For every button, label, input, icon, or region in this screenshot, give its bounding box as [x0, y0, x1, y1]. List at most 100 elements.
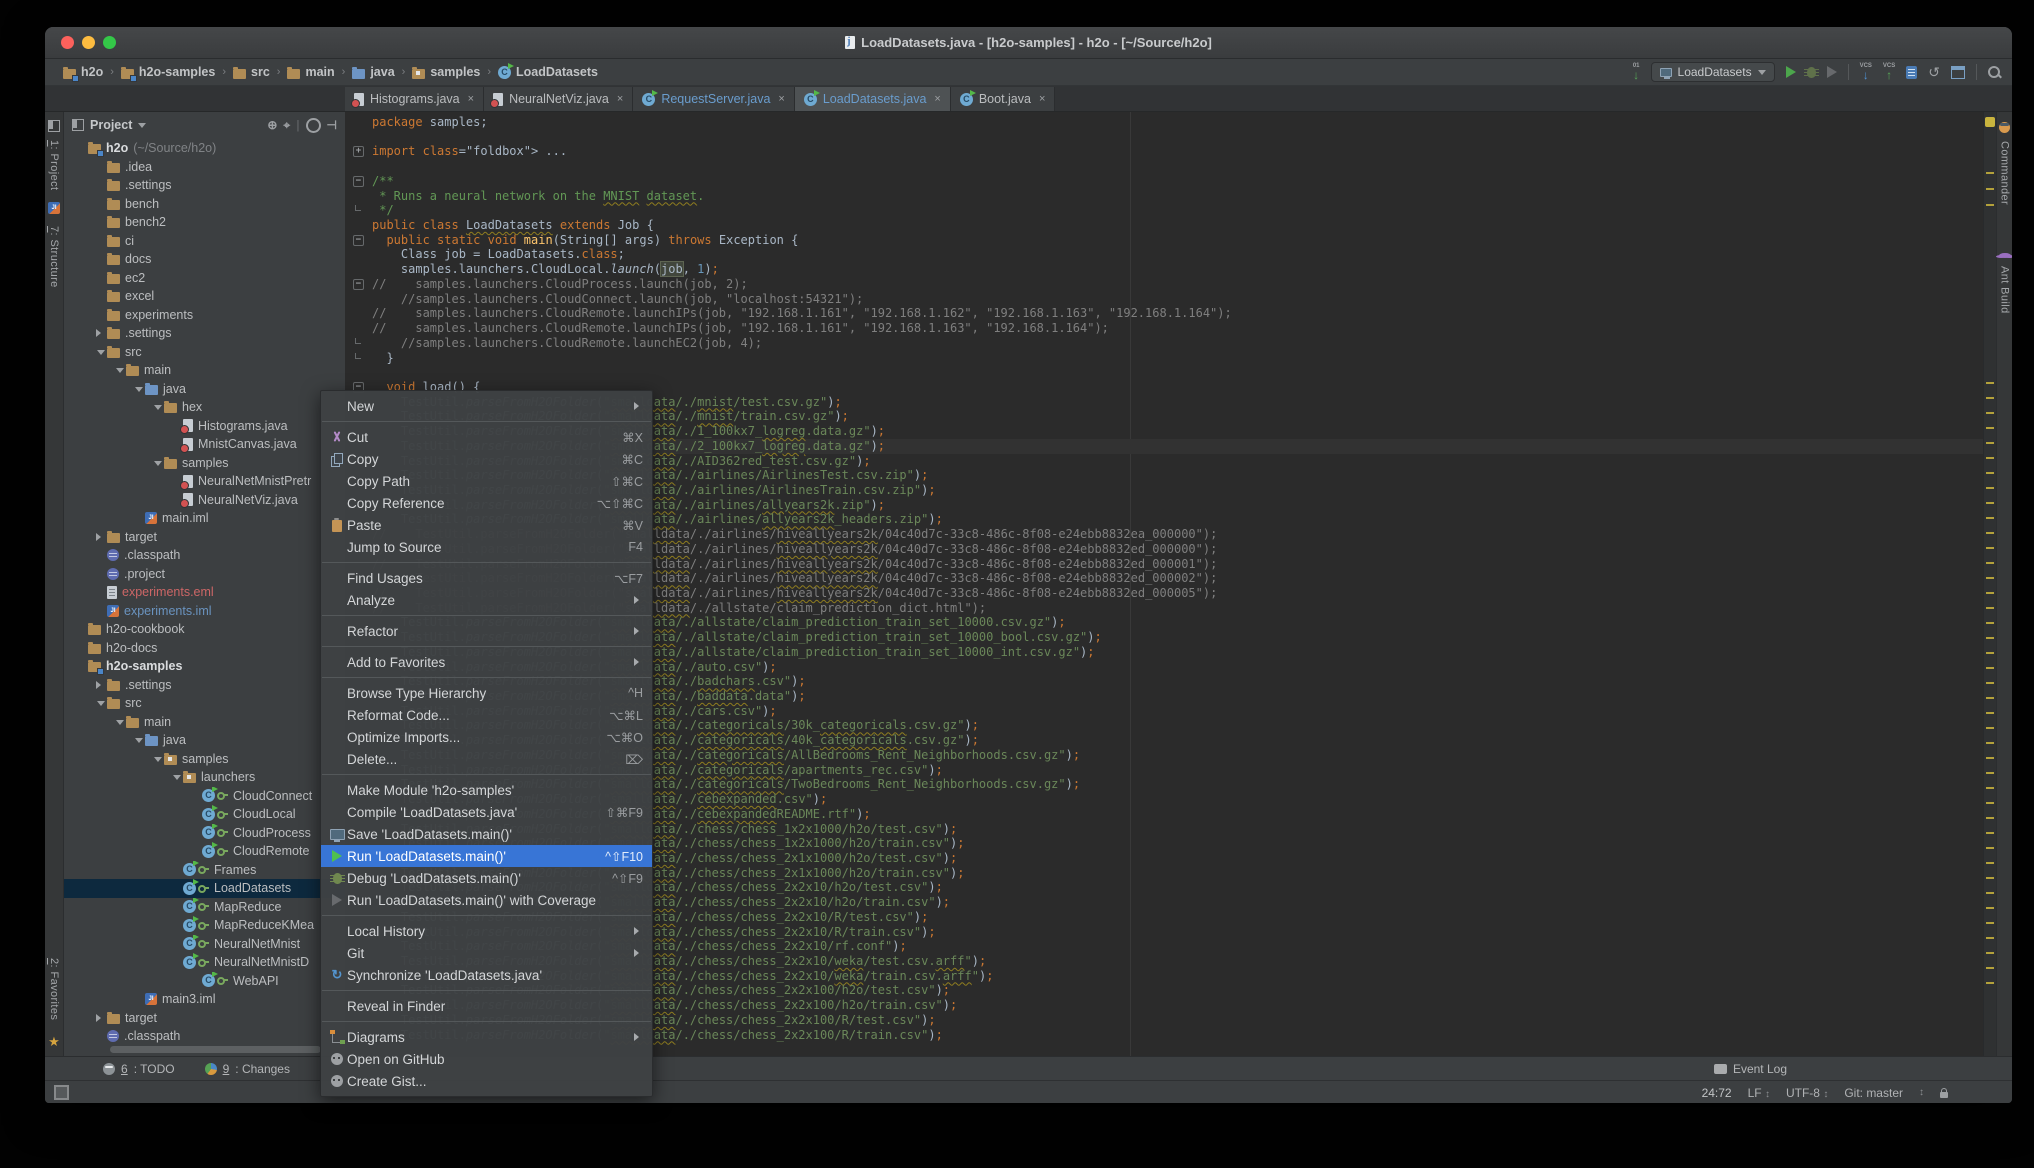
tree-row-MnistCanvas.java[interactable]: MnistCanvas.java: [64, 435, 345, 454]
tree-row-CloudProcess[interactable]: CCloudProcess: [64, 824, 345, 843]
menu-item-Create Gist...[interactable]: Create Gist...: [321, 1070, 652, 1092]
commit-changes-button[interactable]: [1906, 66, 1917, 79]
warning-mark[interactable]: [1986, 787, 1994, 789]
tree-row-ci[interactable]: ci: [64, 232, 345, 251]
lock-icon[interactable]: [1940, 1092, 1948, 1098]
tool-window-button-changes[interactable]: 9: Changes: [205, 1062, 290, 1076]
tree-row-java[interactable]: java: [64, 380, 345, 399]
tree-row-Frames[interactable]: CFrames: [64, 861, 345, 880]
close-tab-icon[interactable]: ×: [1039, 93, 1045, 105]
collapse-all-icon[interactable]: ⊕: [267, 118, 277, 132]
tree-row-java[interactable]: java: [64, 731, 345, 750]
editor-tab-RequestServer.java[interactable]: CRequestServer.java×: [633, 87, 795, 111]
tool-window-button-structure[interactable]: 7: Structure: [48, 226, 60, 288]
warning-mark[interactable]: [1986, 862, 1994, 864]
menu-item-Delete...[interactable]: Delete...⌦: [321, 748, 652, 770]
menu-item-Analyze[interactable]: Analyze: [321, 589, 652, 611]
fold-end-icon[interactable]: [355, 205, 361, 211]
tree-row-.classpath[interactable]: .classpath: [64, 546, 345, 565]
menu-item-Find Usages[interactable]: Find Usages⌥F7: [321, 567, 652, 589]
git-branch[interactable]: Git: master: [1844, 1086, 1903, 1100]
tree-row-launchers[interactable]: launchers: [64, 768, 345, 787]
breadcrumb-item[interactable]: CLoadDatasets: [494, 65, 602, 79]
warning-mark[interactable]: [1986, 817, 1994, 819]
tree-row-samples[interactable]: samples: [64, 750, 345, 769]
warning-mark[interactable]: [1986, 742, 1994, 744]
tree-row-hex[interactable]: hex: [64, 398, 345, 417]
warning-mark[interactable]: [1986, 457, 1994, 459]
tree-row-samples[interactable]: samples: [64, 454, 345, 473]
tool-window-button-project[interactable]: 1: Project: [48, 140, 60, 190]
warning-mark[interactable]: [1986, 892, 1994, 894]
tree-row-NeuralNetViz.java[interactable]: NeuralNetViz.java: [64, 491, 345, 510]
fold-end-icon[interactable]: [355, 353, 361, 359]
update-project-button[interactable]: VCS↓: [1860, 63, 1872, 81]
tree-row-experiments.eml[interactable]: experiments.eml: [64, 583, 345, 602]
tree-row-.settings[interactable]: .settings: [64, 676, 345, 695]
run-button[interactable]: [1786, 66, 1796, 78]
tool-window-button-ant-build[interactable]: Ant Build: [1999, 266, 2011, 314]
warning-mark[interactable]: [1986, 637, 1994, 639]
tree-row-NeuralNetMnist[interactable]: CNeuralNetMnist: [64, 935, 345, 954]
hide-panel-icon[interactable]: ⊣: [327, 118, 337, 132]
tree-row-experiments.iml[interactable]: JIexperiments.iml: [64, 602, 345, 621]
menu-item-Copy[interactable]: Copy⌘C: [321, 448, 652, 470]
warning-mark[interactable]: [1986, 877, 1994, 879]
encoding-selector[interactable]: UTF-8 ↕: [1786, 1086, 1828, 1100]
menu-item-Copy Reference[interactable]: Copy Reference⌥⇧⌘C: [321, 492, 652, 514]
warning-mark[interactable]: [1986, 472, 1994, 474]
tree-row-bench2[interactable]: bench2: [64, 213, 345, 232]
locate-icon[interactable]: ⌖: [283, 118, 290, 133]
tree-row-excel[interactable]: excel: [64, 287, 345, 306]
debug-button[interactable]: [1807, 67, 1816, 78]
rollback-button[interactable]: ↺: [1928, 64, 1940, 81]
warning-mark[interactable]: [1986, 937, 1994, 939]
menu-item-Browse Type Hierarchy[interactable]: Browse Type Hierarchy^H: [321, 682, 652, 704]
tree-row-h2o-docs[interactable]: h2o-docs: [64, 639, 345, 658]
tree-row-main3.iml[interactable]: JImain3.iml: [64, 990, 345, 1009]
warning-mark[interactable]: [1986, 772, 1994, 774]
menu-item-Synchronize 'LoadDatasets.java'[interactable]: ↻Synchronize 'LoadDatasets.java': [321, 964, 652, 986]
tree-row-target[interactable]: target: [64, 528, 345, 547]
line-ending-selector[interactable]: LF ↕: [1748, 1086, 1770, 1100]
menu-item-Git[interactable]: Git: [321, 942, 652, 964]
warning-mark[interactable]: [1986, 502, 1994, 504]
tree-row-LoadDatasets[interactable]: CLoadDatasets: [64, 879, 345, 898]
menu-item-Paste[interactable]: Paste⌘V: [321, 514, 652, 536]
warning-mark[interactable]: [1986, 967, 1994, 969]
tree-row-h2o-cookbook[interactable]: h2o-cookbook: [64, 620, 345, 639]
tree-row-src[interactable]: src: [64, 694, 345, 713]
warning-mark[interactable]: [1986, 982, 1994, 984]
tree-row-h2o[interactable]: h2o (~/Source/h2o): [64, 139, 345, 158]
breadcrumb-item[interactable]: h2o: [59, 65, 107, 79]
menu-item-Refactor[interactable]: Refactor: [321, 620, 652, 642]
breadcrumb-item[interactable]: h2o-samples: [117, 65, 219, 79]
gear-icon[interactable]: [306, 118, 321, 133]
tree-row-src[interactable]: src: [64, 343, 345, 362]
caret-position[interactable]: 24:72: [1702, 1086, 1732, 1100]
close-tab-icon[interactable]: ×: [778, 93, 784, 105]
tool-window-button-todo[interactable]: 6: TODO: [103, 1062, 175, 1076]
fold-toggle-icon[interactable]: +: [353, 146, 364, 157]
tree-row-NeuralNetMnistD[interactable]: CNeuralNetMnistD: [64, 953, 345, 972]
tree-row-CloudConnect[interactable]: CCloudConnect: [64, 787, 345, 806]
warning-mark[interactable]: [1986, 427, 1994, 429]
run-configuration-selector[interactable]: LoadDatasets: [1651, 62, 1775, 82]
tree-row-MapReduce[interactable]: CMapReduce: [64, 898, 345, 917]
warning-mark[interactable]: [1986, 922, 1994, 924]
warning-mark[interactable]: [1986, 667, 1994, 669]
event-log-button[interactable]: Event Log: [1714, 1062, 1787, 1076]
warning-mark[interactable]: [1986, 577, 1994, 579]
warning-mark[interactable]: [1986, 547, 1994, 549]
close-tab-icon[interactable]: ×: [617, 93, 623, 105]
warning-mark[interactable]: [1986, 832, 1994, 834]
menu-item-Reformat Code...[interactable]: Reformat Code...⌥⌘L: [321, 704, 652, 726]
tree-row-.settings[interactable]: .settings: [64, 324, 345, 343]
menu-item-Jump to Source[interactable]: Jump to SourceF4: [321, 536, 652, 558]
warning-mark[interactable]: [1986, 412, 1994, 414]
menu-item-Run 'LoadDatasets.main()'[interactable]: Run 'LoadDatasets.main()'^⇧F10: [321, 845, 652, 867]
warning-mark[interactable]: [1986, 697, 1994, 699]
tree-row-.classpath[interactable]: .classpath: [64, 1027, 345, 1044]
menu-item-Reveal in Finder[interactable]: Reveal in Finder: [321, 995, 652, 1017]
warning-mark[interactable]: [1986, 487, 1994, 489]
